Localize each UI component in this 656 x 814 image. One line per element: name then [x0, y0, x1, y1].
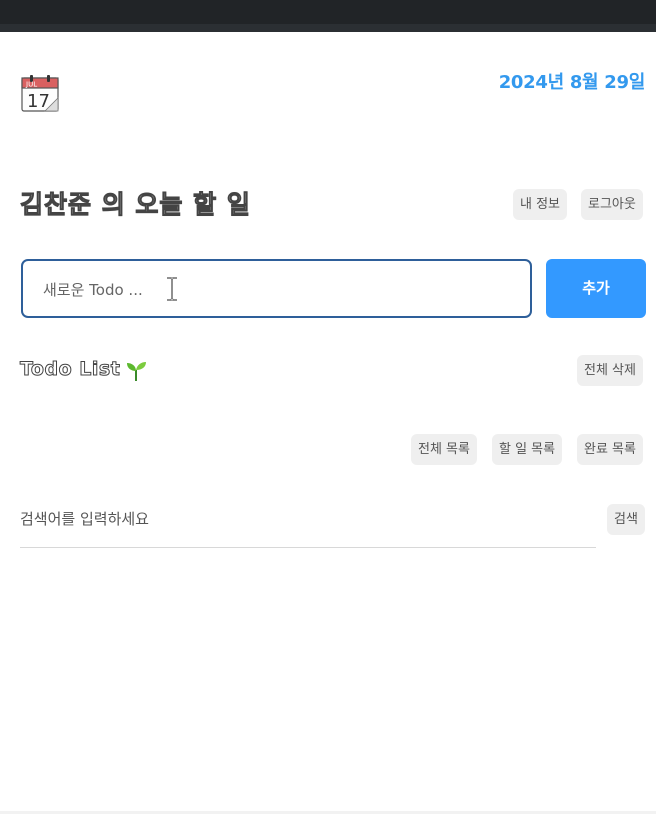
calendar-day: 17: [27, 91, 50, 112]
todo-input-box[interactable]: [21, 259, 532, 318]
calendar-month: JUL: [25, 81, 37, 89]
today-date: 2024년 8월 29일: [498, 72, 646, 93]
logout-button[interactable]: 로그아웃: [581, 189, 643, 220]
filter-done-button[interactable]: 완료 목록: [577, 434, 643, 465]
page-title: 김찬준 의 오늘 할 일: [20, 190, 251, 220]
top-bar: [0, 0, 656, 32]
filter-todo-button[interactable]: 할 일 목록: [492, 434, 563, 465]
search-underline: [20, 547, 596, 548]
search-button[interactable]: 검색: [607, 504, 645, 535]
sprout-icon: [124, 359, 148, 383]
add-todo-button[interactable]: 추가: [546, 259, 646, 318]
todo-list-title: Todo List: [19, 358, 121, 381]
todo-input[interactable]: [41, 271, 515, 309]
search-input[interactable]: 검색어를 입력하세요: [20, 508, 149, 529]
calendar-icon: JUL 17: [21, 74, 59, 112]
delete-all-button[interactable]: 전체 삭제: [577, 355, 643, 386]
my-info-button[interactable]: 내 정보: [513, 189, 568, 220]
top-bar-divider: [0, 24, 656, 32]
text-cursor-icon: [165, 276, 179, 302]
filter-all-button[interactable]: 전체 목록: [411, 434, 477, 465]
